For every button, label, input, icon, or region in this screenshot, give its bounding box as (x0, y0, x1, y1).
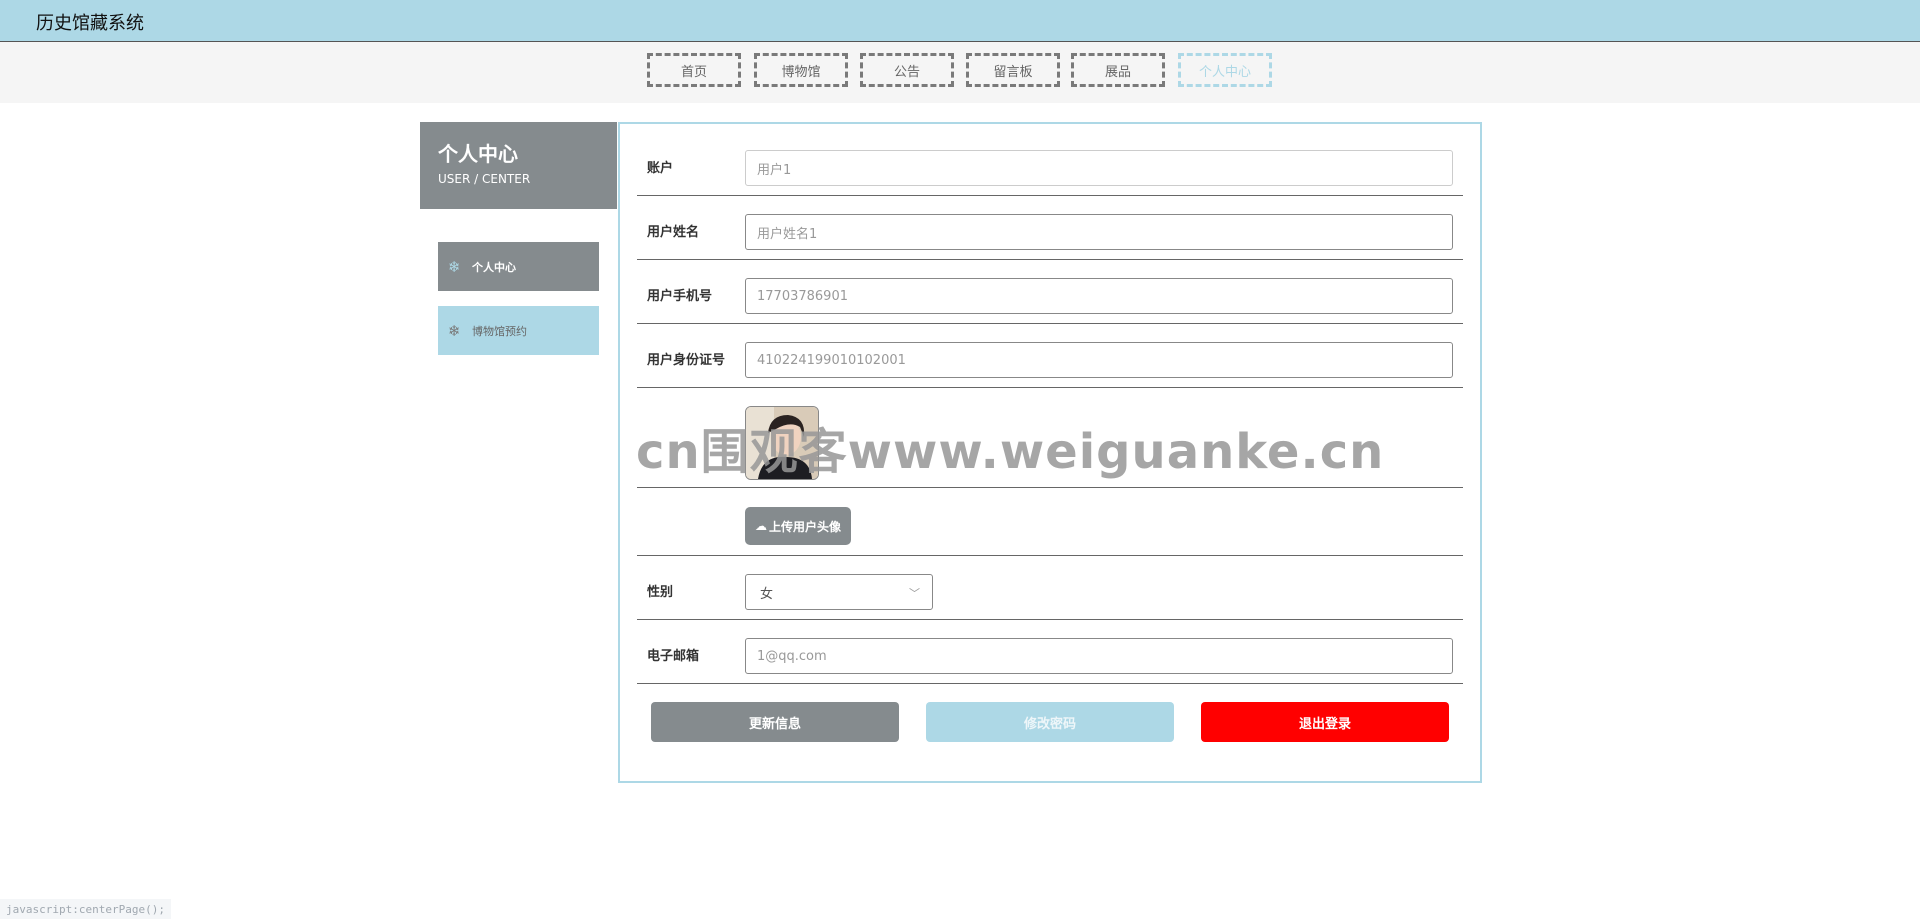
row-divider (637, 259, 1463, 260)
sidebar-header: 个人中心 USER / CENTER (420, 122, 617, 209)
row-divider (637, 323, 1463, 324)
row-divider (637, 387, 1463, 388)
chevron-down-icon: ﹀ (909, 587, 920, 600)
row-divider (637, 195, 1463, 196)
gender-select[interactable]: 女 ﹀ (745, 574, 933, 610)
nav-notice[interactable]: 公告 (860, 53, 954, 87)
snowflake-icon: ❄ (448, 321, 461, 340)
id-card-field[interactable]: 410224199010102001 (745, 342, 1453, 378)
sidebar-heading: 个人中心 (438, 142, 518, 166)
watermark-text: cn围观客www.weiguanke.cn (636, 424, 1385, 480)
nav-museum[interactable]: 博物馆 (754, 53, 848, 87)
id-card-label: 用户身份证号 (647, 353, 726, 368)
row-divider (637, 683, 1463, 684)
row-divider (637, 487, 1463, 488)
top-header: 历史馆藏系统 (0, 0, 1920, 42)
status-bar-url: javascript:centerPage(); (0, 899, 171, 919)
sidebar-subheading: USER / CENTER (438, 172, 531, 186)
gender-label: 性别 (647, 585, 674, 600)
nav-message-board[interactable]: 留言板 (966, 53, 1060, 87)
phone-label: 用户手机号 (647, 289, 713, 304)
change-password-button[interactable]: 修改密码 (926, 702, 1174, 742)
phone-field[interactable]: 17703786901 (745, 278, 1453, 314)
upload-avatar-button[interactable]: ☁ 上传用户头像 (745, 507, 851, 545)
upload-avatar-label: 上传用户头像 (768, 519, 841, 534)
nav-home[interactable]: 首页 (647, 53, 741, 87)
row-divider (637, 555, 1463, 556)
account-field[interactable]: 用户1 (745, 150, 1453, 186)
update-info-button[interactable]: 更新信息 (651, 702, 899, 742)
email-field[interactable]: 1@qq.com (745, 638, 1453, 674)
email-label: 电子邮箱 (647, 649, 700, 664)
nav-user-center[interactable]: 个人中心 (1178, 53, 1272, 87)
name-field[interactable]: 用户姓名1 (745, 214, 1453, 250)
cloud-upload-icon: ☁ (754, 519, 767, 533)
name-label: 用户姓名 (647, 225, 700, 240)
snowflake-icon: ❄ (448, 257, 461, 276)
app-title: 历史馆藏系统 (36, 13, 144, 34)
row-divider (637, 619, 1463, 620)
sidebar-item-label: 博物馆预约 (472, 324, 527, 338)
gender-value: 女 (760, 586, 774, 602)
nav-bar (0, 42, 1920, 103)
sidebar-item-museum-booking[interactable]: ❄ 博物馆预约 (438, 306, 599, 355)
account-label: 账户 (647, 161, 674, 176)
sidebar-item-label: 个人中心 (472, 260, 516, 274)
sidebar-item-user-center[interactable]: ❄ 个人中心 (438, 242, 599, 291)
logout-button[interactable]: 退出登录 (1201, 702, 1449, 742)
nav-exhibits[interactable]: 展品 (1071, 53, 1165, 87)
